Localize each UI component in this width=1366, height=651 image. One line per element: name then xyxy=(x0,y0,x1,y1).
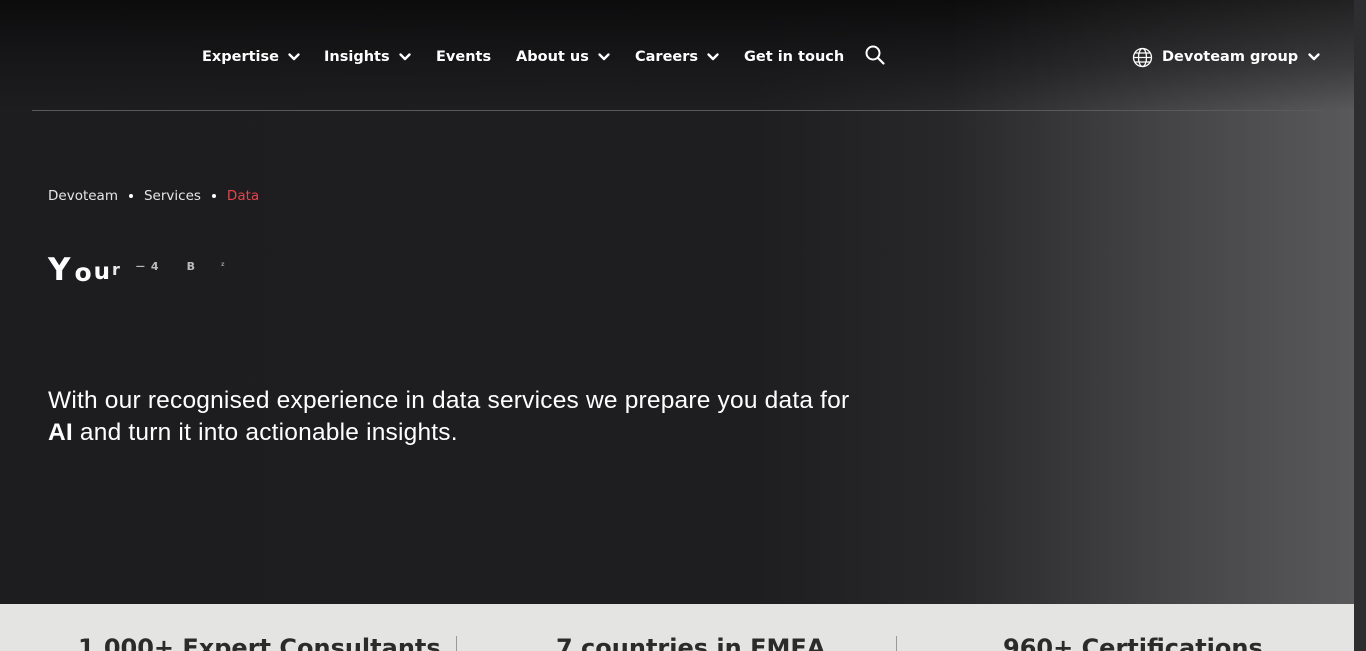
breadcrumb-separator xyxy=(211,194,216,198)
chevron-down-icon xyxy=(707,53,719,61)
title-letter: Y xyxy=(48,252,73,288)
nav-item-careers[interactable]: Careers xyxy=(635,47,720,67)
nav-item-about-us[interactable]: About us xyxy=(516,47,611,67)
main-navigation: Expertise Insights Events About us Caree… xyxy=(0,0,1354,111)
group-switcher-label: Devoteam group xyxy=(1162,49,1299,65)
page-title: Y o u r — 4 B z xyxy=(48,252,234,286)
group-switcher[interactable]: Devoteam group xyxy=(1132,46,1321,68)
nav-item-label: About us xyxy=(516,49,589,65)
breadcrumb-link-services[interactable]: Services xyxy=(144,188,201,204)
stats-band: 1,000+ Expert Consultants 7 countries in… xyxy=(0,604,1354,651)
stat-divider xyxy=(456,636,457,651)
nav-divider xyxy=(32,110,1322,111)
globe-icon xyxy=(1132,47,1153,67)
title-letter: u xyxy=(93,259,111,285)
title-letter: B xyxy=(186,260,201,273)
intro-text: With our recognised experience in data s… xyxy=(48,385,878,449)
intro-text-bold: AI xyxy=(48,419,73,446)
title-letter: o xyxy=(74,258,92,287)
title-letter: z xyxy=(220,261,235,268)
stat-certifications: 960+ Certifications xyxy=(1003,634,1263,651)
stat-countries: 7 countries in EMEA xyxy=(556,634,826,651)
stat-consultants: 1,000+ Expert Consultants xyxy=(78,634,441,651)
nav-item-label: Events xyxy=(436,49,492,65)
chevron-down-icon xyxy=(598,53,610,61)
breadcrumb-link-devoteam[interactable]: Devoteam xyxy=(48,188,118,204)
title-letter: r xyxy=(112,260,120,279)
nav-item-events[interactable]: Events xyxy=(436,47,491,67)
title-letter: 4 xyxy=(150,260,165,273)
chevron-down-icon xyxy=(398,53,411,61)
chevron-down-icon xyxy=(288,53,300,61)
nav-item-insights[interactable]: Insights xyxy=(324,47,412,67)
nav-item-label: Careers xyxy=(635,49,699,65)
nav-item-label: Insights xyxy=(324,49,390,65)
page-scrollbar[interactable] xyxy=(1354,0,1366,651)
stat-divider xyxy=(896,636,897,651)
breadcrumb-separator xyxy=(128,194,133,198)
nav-item-expertise[interactable]: Expertise xyxy=(202,47,301,67)
breadcrumb-current: Data xyxy=(226,188,260,204)
search-icon[interactable] xyxy=(864,44,886,66)
nav-item-label: Get in touch xyxy=(744,49,845,65)
intro-text-end: and turn it into actionable insights. xyxy=(72,419,458,446)
breadcrumb: Devoteam Services Data xyxy=(48,188,259,204)
nav-item-label: Expertise xyxy=(202,49,279,65)
intro-text-start: With our recognised experience in data s… xyxy=(48,387,850,414)
title-letter: — xyxy=(135,262,149,272)
chevron-down-icon xyxy=(1308,53,1320,61)
nav-item-get-in-touch[interactable]: Get in touch xyxy=(744,47,844,67)
